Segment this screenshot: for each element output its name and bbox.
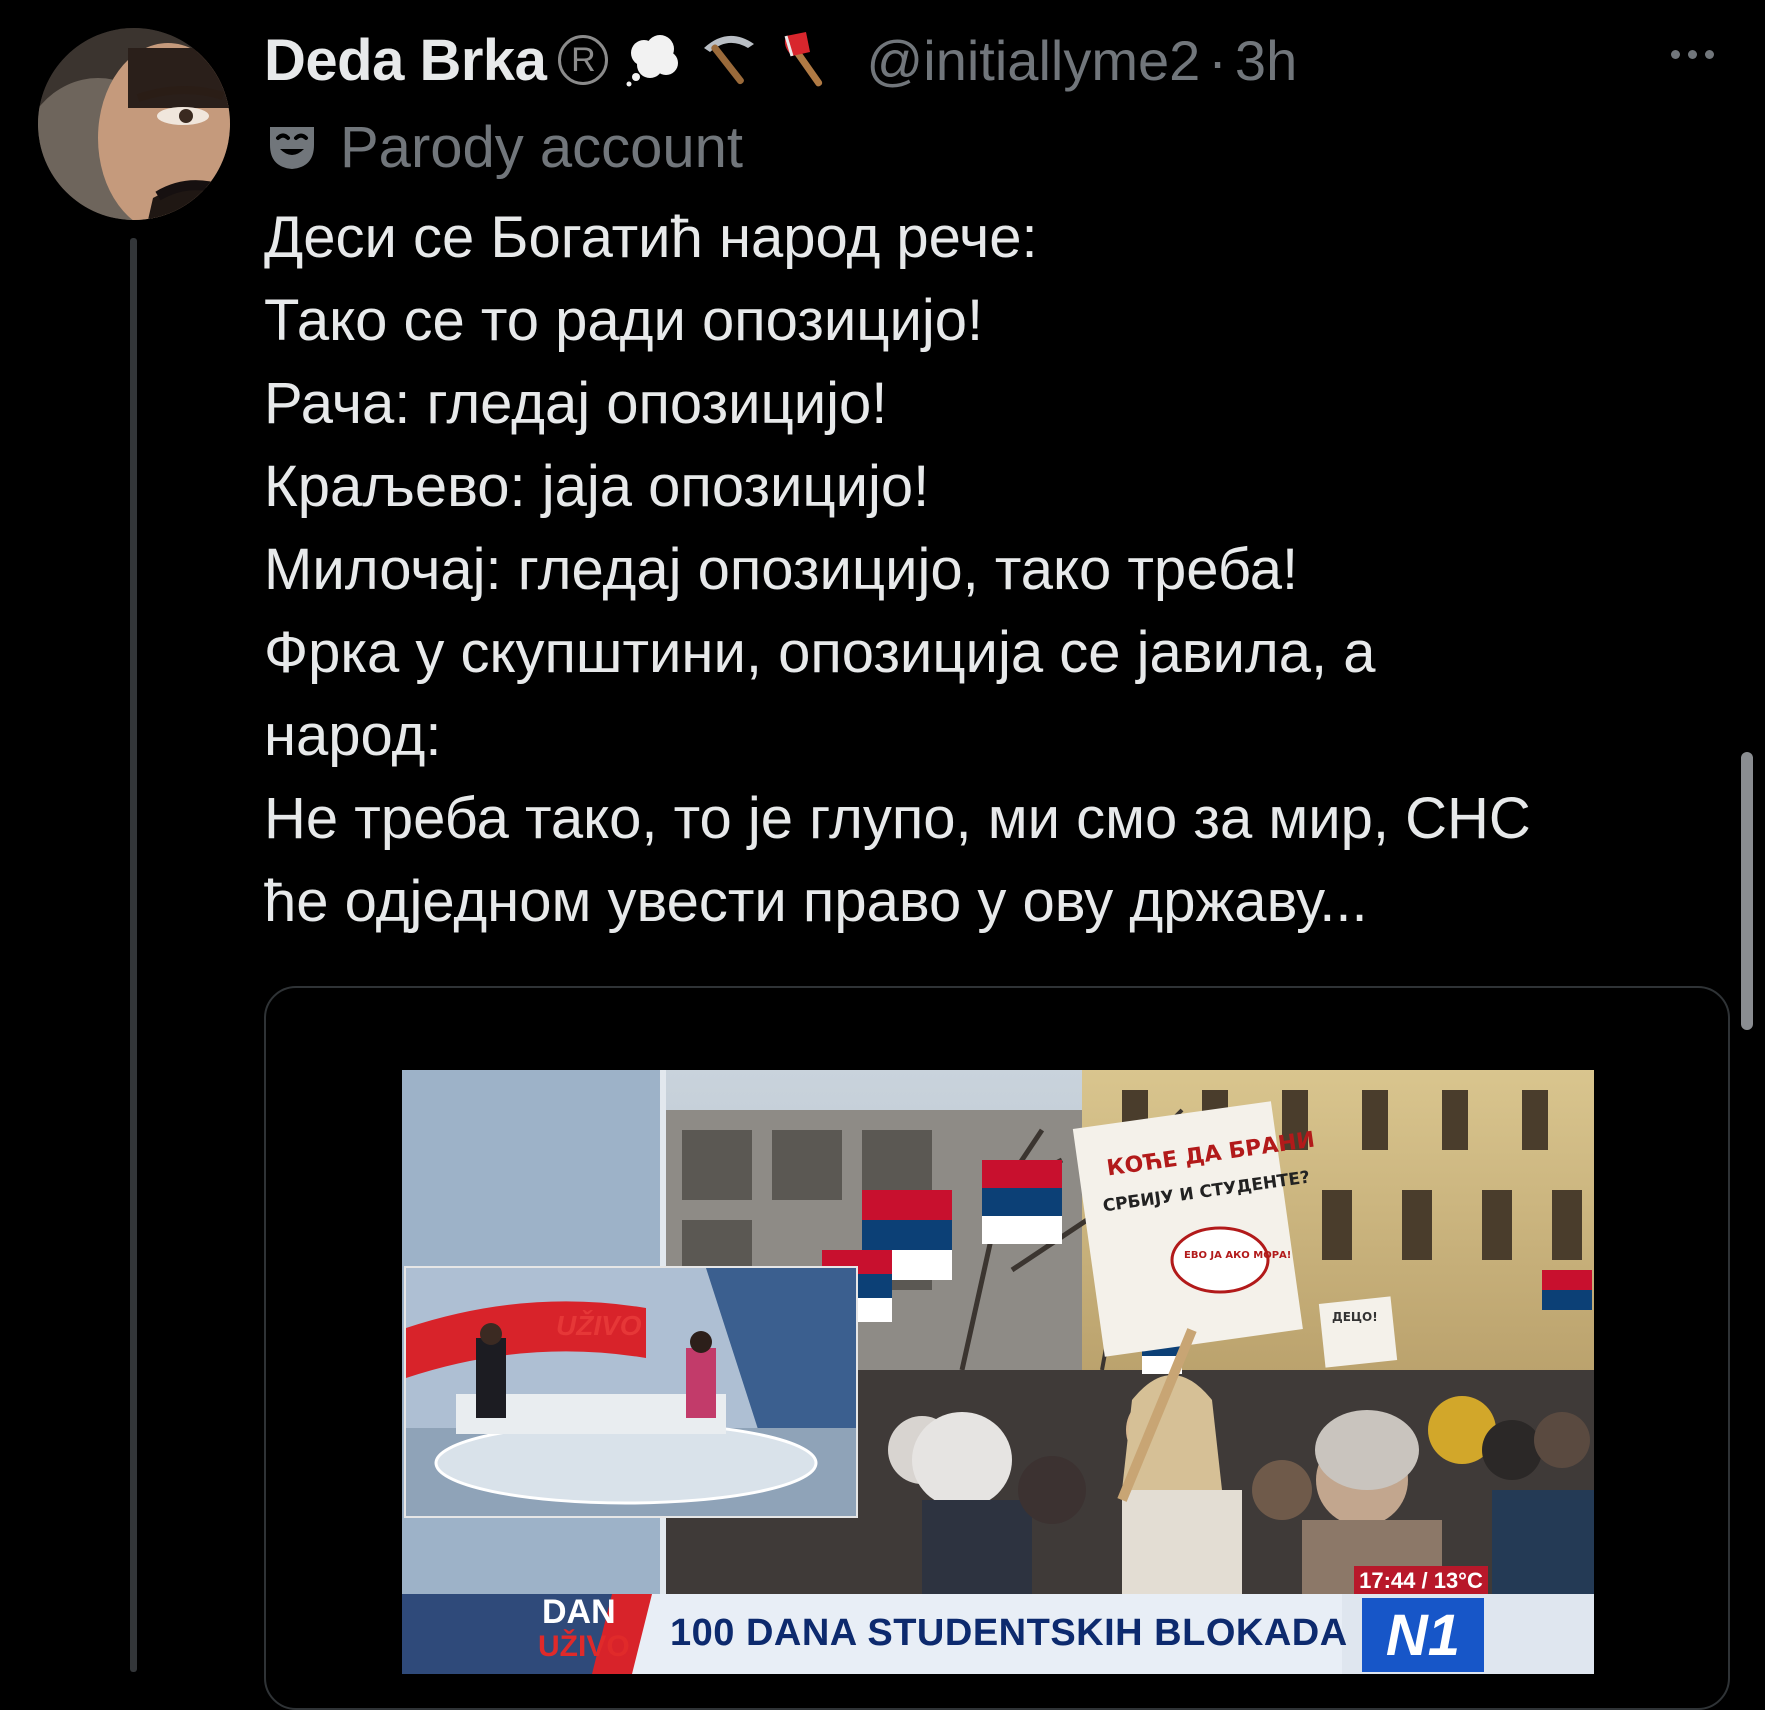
dan-uzivo-label: UŽIVO — [538, 1630, 630, 1663]
tweet-line: ће одједном увести право у ову државу... — [264, 869, 1368, 934]
studio-uzivo-label: UŽIVO — [556, 1310, 642, 1341]
video-frame[interactable]: КОЋЕ ДА БРАНИ СРБИЈУ И СТУДЕНТЕ? ЕВО ЈА … — [402, 1070, 1594, 1674]
news-ticker: DAN UŽIVO 100 DANA STUDENTSKIH BLOKADA N… — [402, 1594, 1594, 1674]
axe-icon — [776, 30, 838, 90]
separator-dot: · — [1208, 28, 1227, 92]
tweet-line: Краљево: јаја опозицијо! — [264, 454, 930, 519]
tweet-line: Не треба тако, то је глупо, ми смо за ми… — [264, 786, 1531, 851]
sign-bubble-text: ЕВО ЈА АКО МОРА! — [1184, 1250, 1292, 1261]
dan-label: DAN — [542, 1593, 616, 1631]
parody-label: Parody account — [340, 114, 744, 180]
tweet-line: Тако се то ради опозицијо! — [264, 288, 984, 353]
tweet-line: Фрка у скупштини, опозиција се јавила, а — [264, 620, 1376, 685]
ticker-headline: 100 DANA STUDENTSKIH BLOKADA — [670, 1612, 1348, 1654]
tweet-line: Деси се Богатић народ рече: — [264, 205, 1038, 270]
avatar[interactable] — [38, 28, 230, 220]
thread-line — [130, 238, 137, 1672]
tweet-line: Милочај: гледај опозицијо, тако треба! — [264, 537, 1299, 602]
scrollbar[interactable] — [1741, 752, 1753, 1030]
n1-logo: N1 — [1362, 1598, 1484, 1672]
more-dots-icon — [1670, 49, 1680, 59]
more-options-button[interactable] — [1660, 30, 1724, 78]
tweet-body: Деси се Богатић народ рече: Тако се то р… — [264, 196, 1744, 943]
display-name[interactable]: Deda Brka — [264, 27, 547, 94]
sign-small-text: ДЕЦО! — [1332, 1310, 1378, 1324]
tweet-header: Deda Brka R @initiallyme2 · 3h — [264, 22, 1297, 98]
studio-image — [406, 1268, 856, 1516]
tweet-line: народ: — [264, 703, 442, 768]
avatar-photo — [38, 28, 230, 220]
registered-icon: R — [558, 35, 609, 85]
more-dot — [1704, 49, 1714, 59]
studio-inset: UŽIVO — [404, 1266, 858, 1518]
theater-mask-icon — [270, 127, 314, 169]
handle[interactable]: @initiallyme2 — [866, 28, 1200, 93]
time-temperature-badge: 17:44 / 13°C — [1354, 1566, 1488, 1596]
tweet-line: Рача: гледај опозицијо! — [264, 371, 888, 436]
more-dot — [1687, 49, 1697, 59]
parody-account-row: Parody account — [266, 112, 743, 182]
thought-bubble-icon — [624, 30, 682, 90]
media-card[interactable]: КОЋЕ ДА БРАНИ СРБИЈУ И СТУДЕНТЕ? ЕВО ЈА … — [264, 986, 1730, 1710]
pick-icon — [698, 30, 760, 90]
timestamp[interactable]: 3h — [1235, 28, 1297, 93]
